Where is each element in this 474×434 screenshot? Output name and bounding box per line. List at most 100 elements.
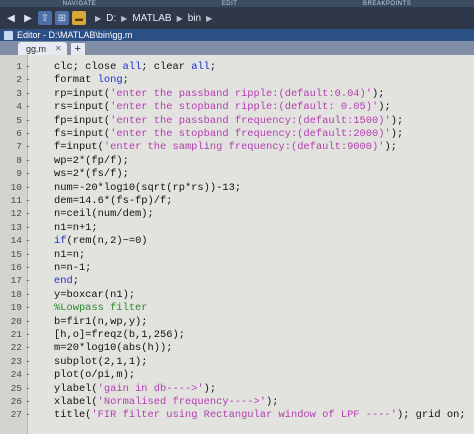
code-text[interactable]: y=boxcar(n1); [54, 289, 135, 302]
code-text[interactable]: xlabel('Normalised frequency---->'); [54, 396, 279, 409]
breakpoint-marker[interactable]: - [25, 316, 30, 329]
breadcrumb-item-bin[interactable]: bin [188, 13, 201, 24]
line-number[interactable]: 3 [0, 88, 22, 101]
code-line[interactable]: 8- wp=2*(fp/f); [0, 155, 474, 168]
code-line[interactable]: 16- n=n-1; [0, 262, 474, 275]
code-line[interactable]: 19- %Lowpass filter [0, 302, 474, 315]
line-number[interactable]: 21 [0, 329, 22, 342]
code-text[interactable]: [h,o]=freqz(b,1,256); [54, 329, 185, 342]
code-text[interactable]: b=fir1(n,wp,y); [54, 316, 148, 329]
code-line[interactable]: 23- subplot(2,1,1); [0, 356, 474, 369]
line-number[interactable]: 13 [0, 222, 22, 235]
line-number[interactable]: 12 [0, 208, 22, 221]
breakpoint-marker[interactable]: - [25, 88, 30, 101]
breadcrumb-item-matlab[interactable]: MATLAB [132, 13, 171, 24]
code-text[interactable]: fp=input('enter the passband frequency:(… [54, 115, 403, 128]
code-line[interactable]: 10- num=-20*log10(sqrt(rp*rs))-13; [0, 182, 474, 195]
breakpoint-marker[interactable]: - [25, 409, 30, 422]
code-line[interactable]: 4- rs=input('enter the stopband ripple:(d… [0, 101, 474, 114]
breakpoint-marker[interactable]: - [25, 74, 30, 87]
code-editor[interactable]: 1- clc; close all; clear all; 2- format lon… [0, 55, 474, 434]
close-icon[interactable]: ✕ [55, 44, 62, 53]
line-number[interactable]: 6 [0, 128, 22, 141]
breakpoint-marker[interactable]: - [25, 155, 30, 168]
breakpoint-marker[interactable]: - [25, 262, 30, 275]
code-line[interactable]: 18- y=boxcar(n1); [0, 289, 474, 302]
code-line[interactable]: 15- n1=n; [0, 249, 474, 262]
breakpoint-marker[interactable]: - [25, 208, 30, 221]
code-text[interactable]: rs=input('enter the stopband ripple:(def… [54, 101, 391, 114]
code-line[interactable]: 1- clc; close all; clear all; [0, 61, 474, 74]
code-line[interactable]: 17- end; [0, 275, 474, 288]
line-number[interactable]: 18 [0, 289, 22, 302]
line-number[interactable]: 9 [0, 168, 22, 181]
code-text[interactable]: n1=n; [54, 249, 85, 262]
breakpoint-marker[interactable]: - [25, 356, 30, 369]
forward-arrow-icon[interactable]: ▶ [21, 11, 35, 25]
line-number[interactable]: 8 [0, 155, 22, 168]
breakpoint-marker[interactable]: - [25, 289, 30, 302]
line-number[interactable]: 14 [0, 235, 22, 248]
line-number[interactable]: 2 [0, 74, 22, 87]
breakpoint-marker[interactable]: - [25, 249, 30, 262]
code-text[interactable]: ylabel('gain in db---->'); [54, 383, 216, 396]
line-number[interactable]: 24 [0, 369, 22, 382]
ribbon-tab-navigate[interactable]: NAVIGATE [63, 1, 96, 7]
code-line[interactable]: 12- n=ceil(num/dem); [0, 208, 474, 221]
code-line[interactable]: 14- if(rem(n,2)~=0) [0, 235, 474, 248]
line-number[interactable]: 7 [0, 141, 22, 154]
code-line[interactable]: 2- format long; [0, 74, 474, 87]
code-text[interactable]: plot(o/pi,m); [54, 369, 135, 382]
code-text[interactable]: ws=2*(fs/f); [54, 168, 129, 181]
breakpoint-marker[interactable]: - [25, 329, 30, 342]
line-number[interactable]: 17 [0, 275, 22, 288]
line-number[interactable]: 1 [0, 61, 22, 74]
code-line[interactable]: 22- m=20*log10(abs(h)); [0, 342, 474, 355]
browse-folder-icon[interactable]: ⊞ [55, 11, 69, 25]
breakpoint-marker[interactable]: - [25, 302, 30, 315]
breakpoint-marker[interactable]: - [25, 141, 30, 154]
code-text[interactable]: n=ceil(num/dem); [54, 208, 154, 221]
line-number[interactable]: 5 [0, 115, 22, 128]
breakpoint-marker[interactable]: - [25, 195, 30, 208]
line-number[interactable]: 20 [0, 316, 22, 329]
tab-gg-m[interactable]: gg.m ✕ [18, 42, 67, 55]
line-number[interactable]: 27 [0, 409, 22, 422]
code-text[interactable]: clc; close all; clear all; [54, 61, 216, 74]
code-text[interactable]: n1=n+1; [54, 222, 98, 235]
code-text[interactable]: rp=input('enter the passband ripple:(def… [54, 88, 385, 101]
code-line[interactable]: 9- ws=2*(fs/f); [0, 168, 474, 181]
code-line[interactable]: 20- b=fir1(n,wp,y); [0, 316, 474, 329]
up-folder-icon[interactable]: ⇧ [38, 11, 52, 25]
code-line[interactable]: 25- ylabel('gain in db---->'); [0, 383, 474, 396]
line-number[interactable]: 23 [0, 356, 22, 369]
code-text[interactable]: end; [54, 275, 79, 288]
code-line[interactable]: 13- n1=n+1; [0, 222, 474, 235]
code-line[interactable]: 11- dem=14.6*(fs-fp)/f; [0, 195, 474, 208]
back-arrow-icon[interactable]: ◀ [4, 11, 18, 25]
breadcrumb-item-drive[interactable]: D: [106, 13, 116, 24]
code-text[interactable]: dem=14.6*(fs-fp)/f; [54, 195, 172, 208]
line-number[interactable]: 11 [0, 195, 22, 208]
code-text[interactable]: %Lowpass filter [54, 302, 148, 315]
new-tab-button[interactable]: + [70, 43, 85, 55]
breakpoint-marker[interactable]: - [25, 235, 30, 248]
line-number[interactable]: 4 [0, 101, 22, 114]
line-number[interactable]: 25 [0, 383, 22, 396]
ribbon-tab-edit[interactable]: EDIT [222, 1, 238, 7]
breakpoint-marker[interactable]: - [25, 369, 30, 382]
code-line[interactable]: 7- f=input('enter the sampling frequency:… [0, 141, 474, 154]
line-number[interactable]: 19 [0, 302, 22, 315]
breakpoint-marker[interactable]: - [25, 342, 30, 355]
code-text[interactable]: m=20*log10(abs(h)); [54, 342, 172, 355]
breakpoint-marker[interactable]: - [25, 61, 30, 74]
code-text[interactable]: title('FIR filter using Rectangular wind… [54, 409, 466, 422]
code-line[interactable]: 27- title('FIR filter using Rectangular w… [0, 409, 474, 422]
code-line[interactable]: 24- plot(o/pi,m); [0, 369, 474, 382]
line-number[interactable]: 15 [0, 249, 22, 262]
code-text[interactable]: num=-20*log10(sqrt(rp*rs))-13; [54, 182, 241, 195]
code-line[interactable]: 3- rp=input('enter the passband ripple:(d… [0, 88, 474, 101]
breakpoint-marker[interactable]: - [25, 275, 30, 288]
code-line[interactable]: 21- [h,o]=freqz(b,1,256); [0, 329, 474, 342]
code-text[interactable]: n=n-1; [54, 262, 91, 275]
